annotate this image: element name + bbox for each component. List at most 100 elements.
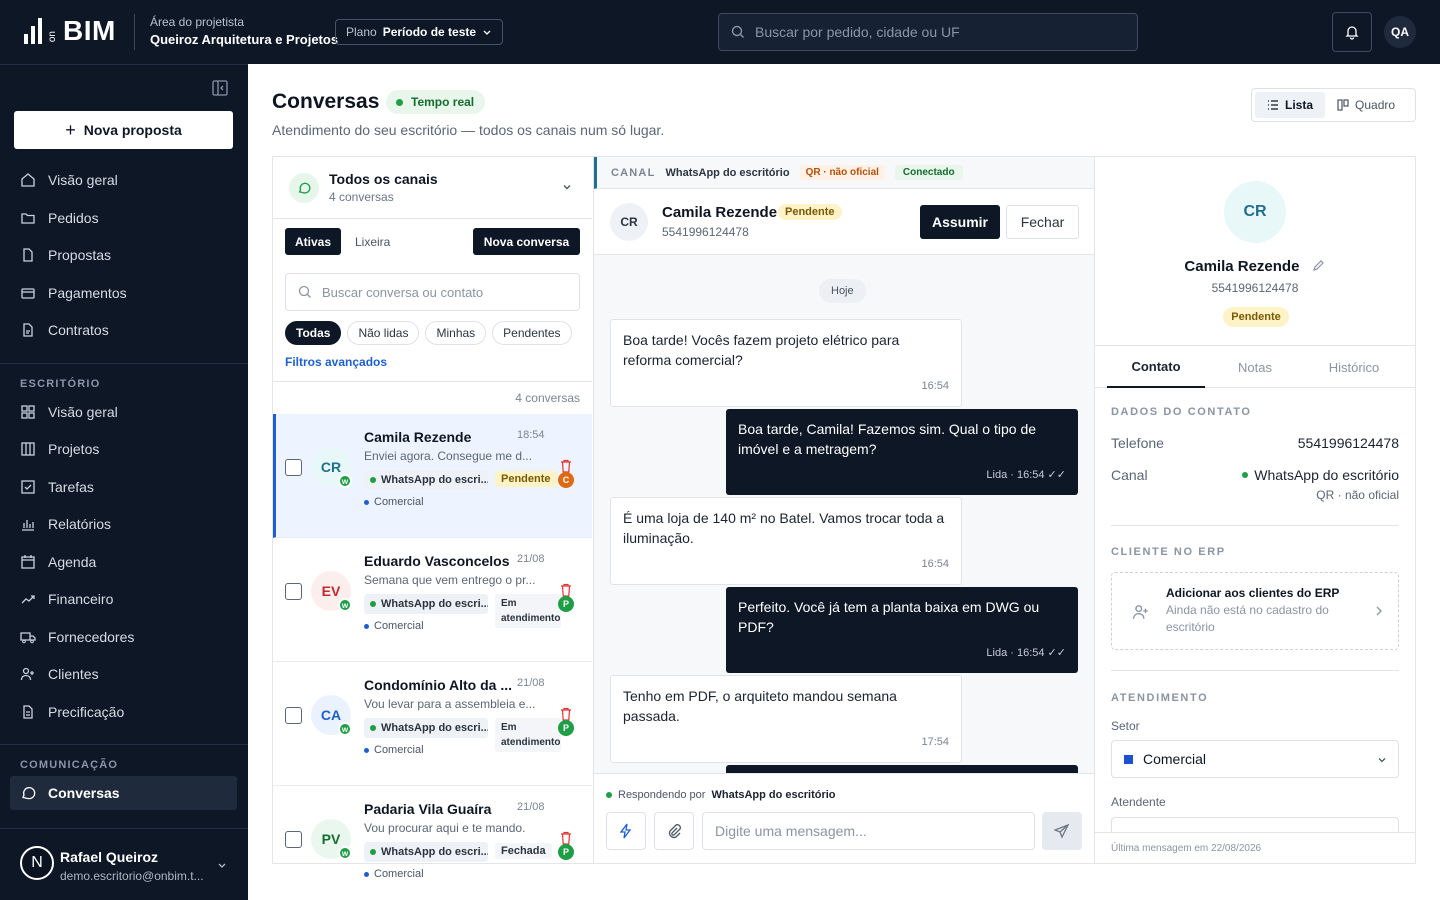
conversation-item[interactable]: CR w Camila Rezende 18:54 Enviei agora. Cons… (273, 414, 592, 538)
sidebar-item-label: Projetos (48, 441, 100, 457)
user-plus-icon (20, 667, 34, 681)
divider (1111, 525, 1399, 526)
conversation-checkbox[interactable] (285, 459, 302, 476)
section-label-escritorio: ESCRITÓRIO (20, 378, 101, 390)
tab-lixeira[interactable]: Lixeira (355, 228, 390, 255)
sidebar-item-pedidos[interactable]: Pedidos (10, 201, 237, 235)
agent-select[interactable] (1111, 817, 1399, 832)
sidebar-item-precificacao[interactable]: Precificação (10, 695, 237, 729)
last-message-footer: Última mensagem em 22/08/2026 (1095, 832, 1415, 863)
tab-ativas[interactable]: Ativas (285, 228, 342, 255)
conversation-checkbox[interactable] (285, 583, 302, 600)
sidebar-item-label: Financeiro (48, 591, 114, 607)
contract-icon (23, 323, 33, 337)
trend-icon (21, 595, 35, 604)
plan-label: Plano (346, 25, 377, 39)
quick-replies-button[interactable] (606, 812, 646, 850)
sidebar-item-pagamentos[interactable]: Pagamentos (10, 276, 237, 310)
conversation-checkbox[interactable] (285, 707, 302, 724)
trash-icon[interactable] (560, 707, 572, 721)
sidebar-item-financeiro[interactable]: Financeiro (10, 582, 237, 616)
channel-label: Canal (1111, 467, 1148, 483)
sidebar-item-relatorios[interactable]: Relatórios (10, 507, 237, 541)
contact-details-panel: CR Camila Rezende 5541996124478 Pendente… (1094, 156, 1416, 864)
user-menu[interactable]: N Rafael Queiroz demo.escritorio@onbim.t… (0, 828, 248, 900)
message-input-placeholder: Digite uma mensagem... (715, 823, 867, 839)
conversation-search-input[interactable]: Buscar conversa ou contato (285, 273, 580, 311)
sidebar-item-propostas[interactable]: Propostas (10, 238, 237, 272)
filter-nao-lidas[interactable]: Não lidas (347, 321, 420, 345)
status-badge: Fechada (495, 843, 552, 859)
conversation-item[interactable]: EV w Eduardo Vasconcelos 21/08 Semana que ve… (273, 538, 592, 662)
section-label-erp: CLIENTE NO ERP (1111, 546, 1226, 558)
sector-select[interactable]: Comercial (1111, 740, 1399, 778)
filter-minhas[interactable]: Minhas (425, 321, 487, 345)
tab-historico[interactable]: Histórico (1305, 346, 1403, 388)
notifications-button[interactable] (1332, 12, 1372, 52)
file-icon (23, 248, 33, 262)
filter-pendentes[interactable]: Pendentes (492, 321, 572, 345)
attach-button[interactable] (654, 812, 694, 850)
view-board-button[interactable]: Quadro (1325, 92, 1407, 118)
message-area[interactable]: Hoje Boa tarde! Vocês fazem projeto elét… (594, 255, 1094, 773)
divider (0, 363, 248, 364)
send-button[interactable] (1042, 812, 1082, 850)
sidebar-item-label: Pedidos (48, 210, 99, 226)
page-subtitle: Atendimento do seu escritório — todos os… (272, 122, 665, 138)
plan-selector[interactable]: Plano Período de teste (335, 19, 504, 45)
message-meta: Lida · 16:54 ✓✓ (986, 469, 1066, 481)
channel-selector[interactable]: Todos os canais 4 conversas (273, 157, 592, 219)
onbim-logo[interactable]: on BIM (24, 17, 116, 45)
view-board-label: Quadro (1355, 98, 1396, 112)
view-list-button[interactable]: Lista (1255, 92, 1326, 118)
trash-icon[interactable] (560, 459, 572, 473)
sidebar-item-conversas[interactable]: Conversas (10, 776, 237, 810)
sector-dot (364, 499, 369, 505)
replying-prefix: Respondendo por (618, 789, 706, 801)
sidebar-item-visao-geral[interactable]: Visão geral (10, 163, 237, 197)
channel-tag: WhatsApp do escri... (364, 470, 488, 490)
new-proposal-button[interactable]: + Nova proposta (14, 111, 233, 149)
sidebar-item-projetos[interactable]: Projetos (10, 432, 237, 466)
collapse-sidebar-icon[interactable] (211, 79, 229, 97)
status-badge: Em atendimento (495, 718, 561, 752)
workspace-name: Queiroz Arquitetura e Projetos (150, 32, 339, 47)
sidebar-item-fornecedores[interactable]: Fornecedores (10, 620, 237, 654)
chevron-down-icon (563, 185, 571, 190)
trash-icon[interactable] (560, 831, 572, 845)
tab-contato[interactable]: Contato (1107, 346, 1205, 388)
sidebar-item-label: Contratos (48, 322, 109, 338)
sidebar-item-clientes[interactable]: Clientes (10, 657, 237, 691)
advanced-filters-link[interactable]: Filtros avançados (285, 355, 387, 369)
new-conversation-button[interactable]: Nova conversa (473, 228, 580, 255)
conversation-name: Condomínio Alto da ... (364, 677, 513, 693)
search-icon (298, 285, 311, 298)
home-icon (21, 173, 35, 187)
trash-icon[interactable] (560, 583, 572, 597)
sidebar-item-agenda[interactable]: Agenda (10, 545, 237, 579)
conversation-name: Camila Rezende (364, 429, 472, 445)
sidebar-item-label: Conversas (48, 785, 120, 801)
sidebar-item-label: Propostas (48, 247, 112, 263)
add-to-erp-card[interactable]: Adicionar aos clientes do ERP Ainda não … (1111, 572, 1399, 650)
conversation-preview: Vou procurar aqui e te mando. (364, 821, 526, 835)
chevron-down-icon (218, 863, 226, 868)
sector-value: Comercial (1143, 751, 1207, 767)
edit-pencil-icon[interactable] (1312, 258, 1326, 272)
sector-tag: Comercial (364, 496, 424, 508)
message-input[interactable]: Digite uma mensagem... (702, 812, 1035, 850)
user-avatar[interactable]: QA (1384, 16, 1416, 48)
conversation-item[interactable]: PV w Padaria Vila Guaíra 21/08 Vou procurar … (273, 786, 592, 900)
sidebar-item-tarefas[interactable]: Tarefas (10, 470, 237, 504)
sidebar-item-contratos[interactable]: Contratos (10, 313, 237, 347)
sidebar-item-escritorio-visao-geral[interactable]: Visão geral (10, 395, 237, 429)
assume-button[interactable]: Assumir (920, 205, 1000, 239)
conversation-checkbox[interactable] (285, 831, 302, 848)
conversation-item[interactable]: CA w Condomínio Alto da ... 21/08 Vou levar … (273, 662, 592, 786)
global-search-input[interactable]: Buscar por pedido, cidade ou UF (718, 13, 1138, 51)
tab-notas[interactable]: Notas (1206, 346, 1304, 388)
workspace-info: Área do projetista Queiroz Arquitetura e… (150, 15, 338, 47)
close-button[interactable]: Fechar (1006, 205, 1079, 239)
view-list-label: Lista (1285, 98, 1314, 112)
filter-todas[interactable]: Todas (285, 321, 342, 345)
